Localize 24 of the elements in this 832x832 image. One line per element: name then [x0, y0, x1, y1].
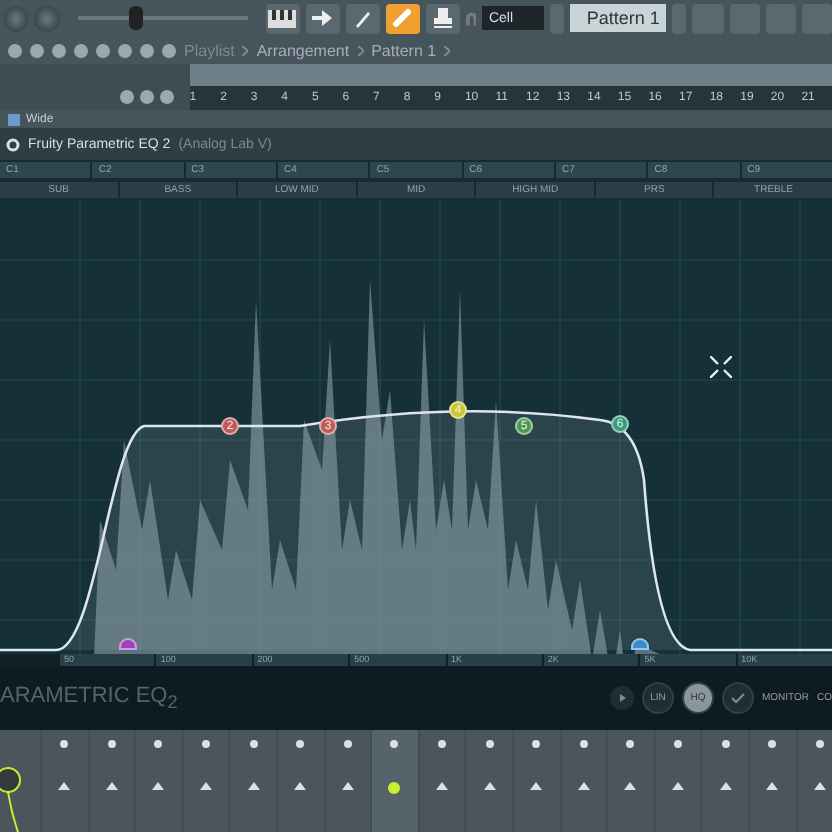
piano-icon — [268, 9, 297, 27]
chevron-icon — [444, 45, 451, 55]
arrow-icon — [312, 10, 333, 26]
tool-button[interactable] — [385, 3, 420, 33]
crosshair-icon — [710, 356, 732, 378]
brush-icon — [353, 9, 372, 27]
chevron-icon — [357, 45, 364, 55]
tool-button[interactable] — [265, 3, 300, 33]
eq-curve[interactable] — [0, 410, 832, 652]
tool-button[interactable] — [345, 3, 380, 33]
breadcrumb-item[interactable]: Pattern 1 — [371, 41, 437, 59]
stamp-icon — [433, 8, 452, 28]
pattern-selector[interactable]: Pattern 1 — [570, 4, 666, 32]
automation-step[interactable] — [370, 730, 418, 832]
band-handle[interactable] — [631, 638, 649, 650]
plugin-logo: ARAMETRIC EQ$_{2}$ — [0, 683, 178, 713]
breadcrumb-item[interactable]: Arrangement — [256, 41, 350, 59]
scrollbar[interactable] — [189, 64, 832, 86]
chevron-icon — [242, 45, 249, 55]
check-icon[interactable] — [721, 682, 754, 714]
tool-button[interactable] — [425, 3, 460, 33]
automation-knob-drawing[interactable] — [0, 766, 24, 832]
play-icon[interactable] — [609, 686, 634, 710]
tool-button[interactable] — [305, 3, 340, 33]
